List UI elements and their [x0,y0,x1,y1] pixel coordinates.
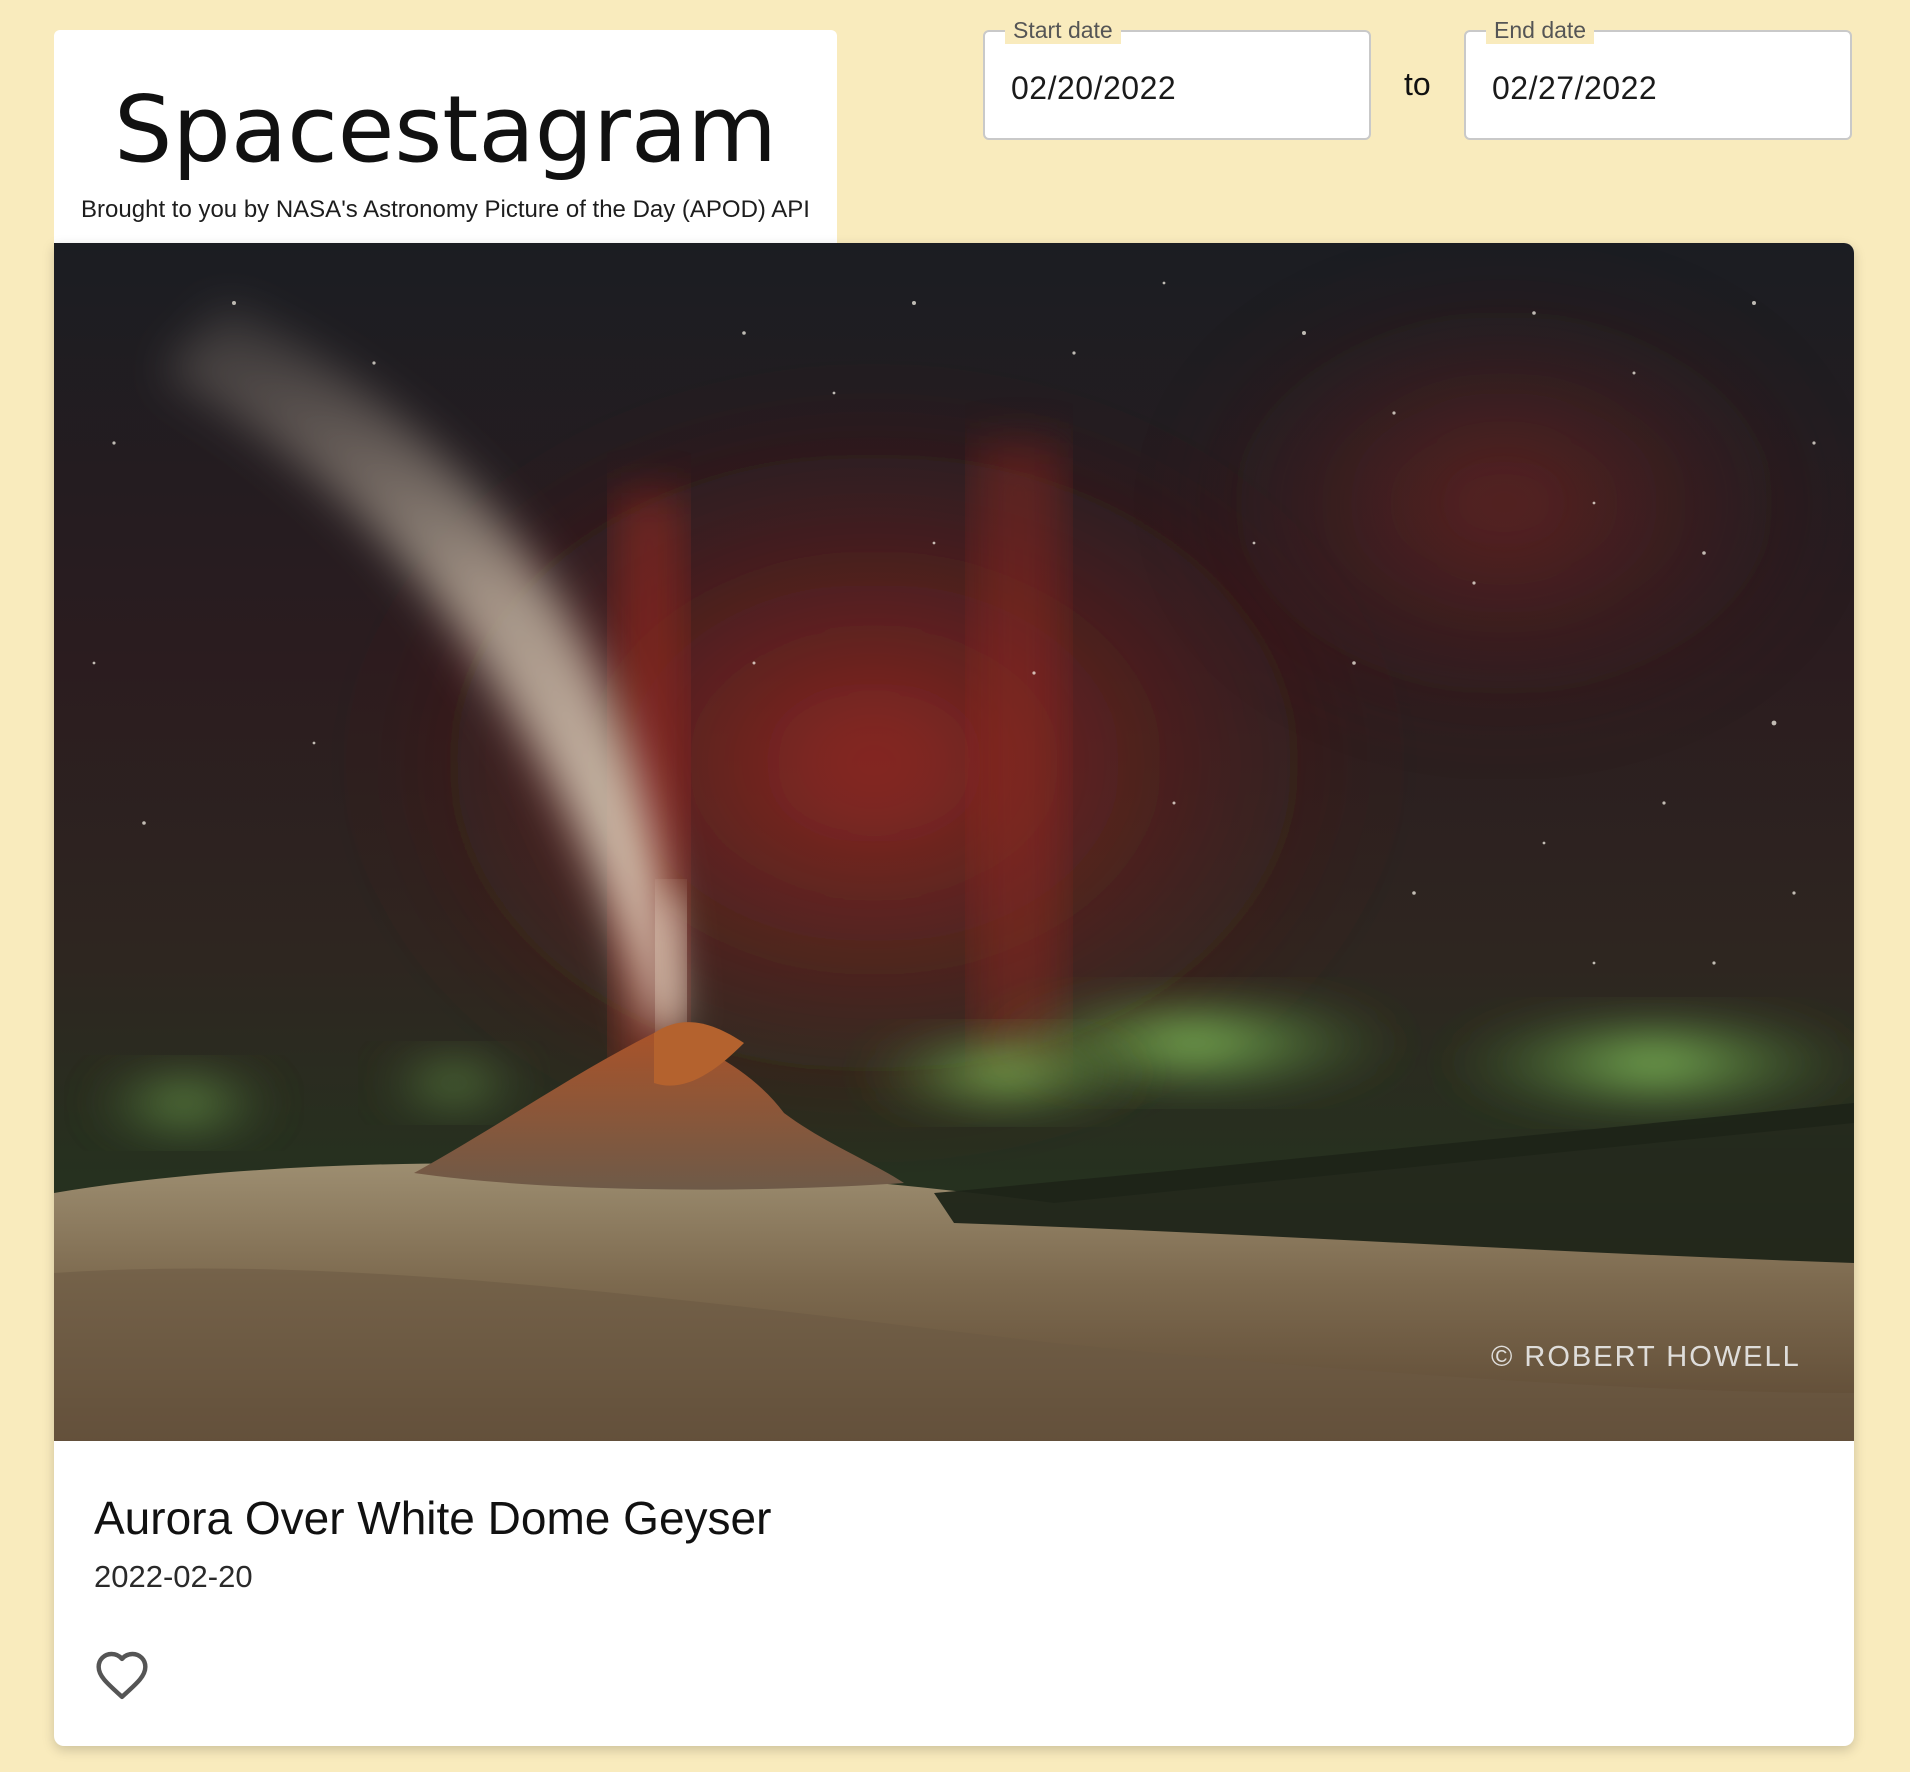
heart-outline-icon [96,1651,148,1700]
app-subtitle: Brought to you by NASA's Astronomy Pictu… [81,196,810,223]
end-date-value: 02/27/2022 [1492,70,1658,106]
end-date-field[interactable]: End date 02/27/2022 [1464,16,1852,140]
start-date-field[interactable]: Start date 02/20/2022 [983,16,1371,140]
start-date-label: Start date [1005,16,1121,44]
photo-title: Aurora Over White Dome Geyser [94,1492,772,1544]
end-date-label: End date [1486,16,1595,44]
photo-watermark: © ROBERT HOWELL [1491,1341,1801,1373]
header-card: Spacestagram Brought to you by NASA's As… [54,30,837,244]
date-range-separator: to [1404,66,1431,102]
start-date-value: 02/20/2022 [1011,70,1177,106]
like-button[interactable] [94,1647,150,1703]
apod-photo [54,243,1854,1441]
app-title: Spacestagram [114,76,777,183]
photo-card: © ROBERT HOWELL Aurora Over White Dome G… [54,243,1854,1746]
photo-date: 2022-02-20 [94,1559,253,1594]
